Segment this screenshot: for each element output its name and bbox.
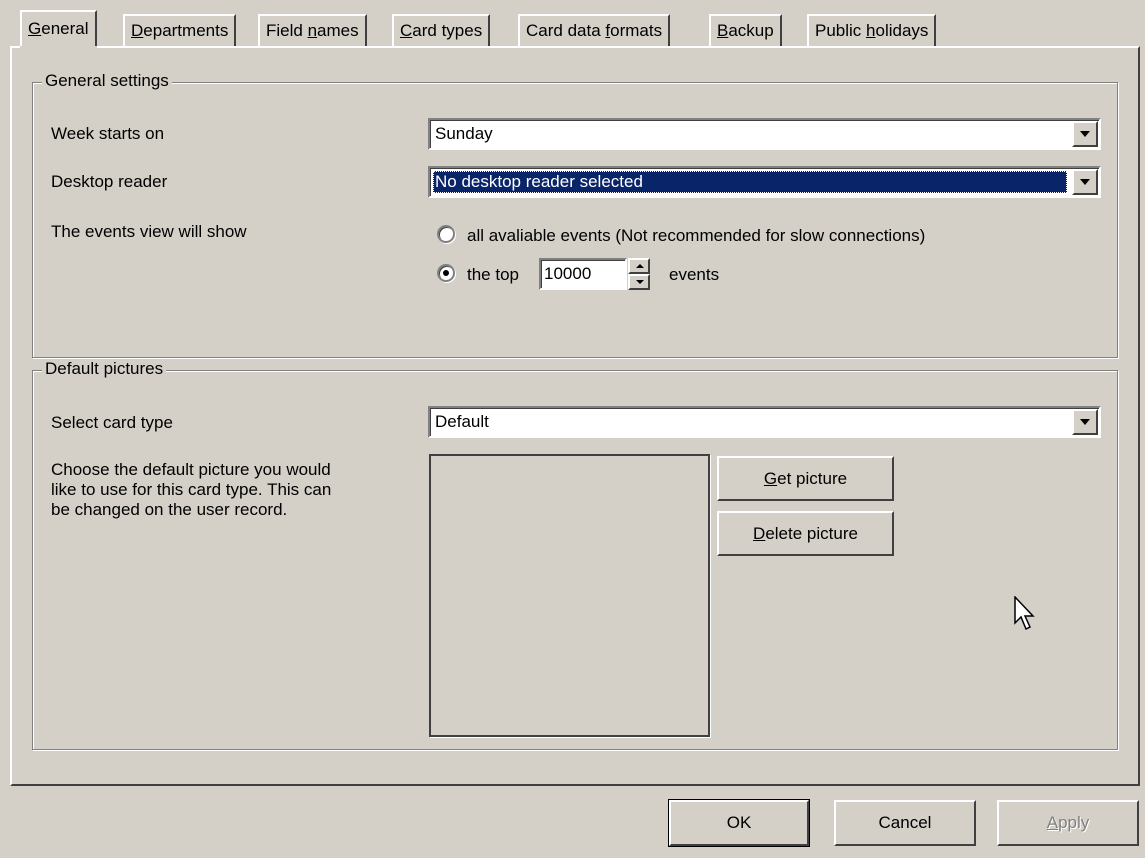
chevron-down-icon [1080,179,1090,185]
tab-field-names[interactable]: Field names [258,14,367,46]
card-type-value: Default [435,412,489,431]
radio-all-events-label[interactable]: all avaliable events (Not recommended fo… [467,226,925,246]
week-starts-dropdown-button[interactable] [1072,121,1098,147]
desktop-reader-select[interactable]: No desktop reader selected [428,166,1101,198]
cancel-button[interactable]: Cancel [834,800,976,846]
desktop-reader-label: Desktop reader [51,172,168,191]
top-events-count-input[interactable]: 10000 [539,258,627,290]
ok-button[interactable]: OK [668,799,810,847]
card-type-dropdown-button[interactable] [1072,409,1098,435]
default-pictures-legend: Default pictures [42,359,167,379]
tab-departments[interactable]: Departments [123,14,237,46]
mouse-pointer-icon [1014,596,1035,631]
tab-public-holidays[interactable]: Public holidays [807,14,937,46]
picture-description-line-1: Choose the default picture you would [51,460,331,479]
radio-top-events-label[interactable]: the top [467,265,519,285]
chevron-down-icon [1080,131,1090,137]
desktop-reader-value: No desktop reader selected [433,171,1067,193]
week-starts-value: Sunday [435,124,493,143]
radio-all-events[interactable] [437,225,455,243]
week-starts-label: Week starts on [51,124,165,143]
tab-card-data-formats[interactable]: Card data formats [518,14,671,46]
arrow-down-icon [636,280,644,284]
arrow-up-icon [636,264,644,268]
spin-down-button[interactable] [628,274,650,290]
apply-button[interactable]: Apply [997,800,1139,846]
tab-general[interactable]: General [20,10,97,52]
chevron-down-icon [1080,419,1090,425]
events-suffix-label: events [669,265,720,284]
radio-selected-dot [443,270,449,276]
radio-top-events[interactable] [437,264,455,282]
tab-backup[interactable]: Backup [709,14,782,46]
card-type-label: Select card type [51,413,173,432]
picture-description-line-3: be changed on the user record. [51,500,288,519]
desktop-reader-dropdown-button[interactable] [1072,169,1098,195]
card-type-select[interactable]: Default [428,406,1101,438]
week-starts-select[interactable]: Sunday [428,118,1101,150]
picture-description-line-2: like to use for this card type. This can [51,480,332,499]
tab-card-types[interactable]: Card types [392,14,491,46]
get-picture-button[interactable]: Get picture [717,456,894,501]
delete-picture-button[interactable]: Delete picture [717,511,894,556]
spin-up-button[interactable] [628,258,650,274]
events-view-label: The events view will show [51,222,247,241]
general-settings-legend: General settings [42,71,172,91]
picture-preview [429,454,710,737]
